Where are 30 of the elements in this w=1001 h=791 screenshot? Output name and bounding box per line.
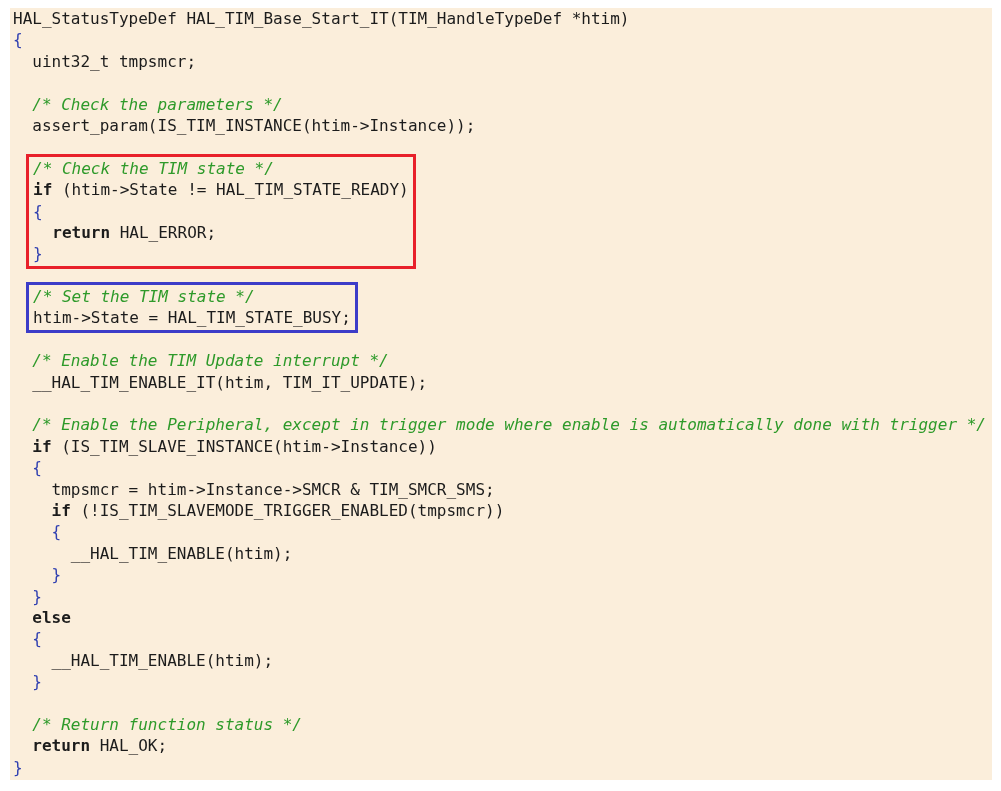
code-brace: { [31, 458, 42, 478]
code-brace: } [33, 244, 43, 264]
code-line: if (htim->State != HAL_TIM_STATE_READY) [33, 180, 409, 200]
code-brace: } [31, 586, 42, 606]
code-comment: /* Check the parameters */ [31, 94, 283, 114]
code-line: __HAL_TIM_ENABLE(htim); [69, 543, 293, 563]
code-comment: /* Enable the TIM Update interrupt */ [31, 351, 389, 371]
code-line: htim->State = HAL_TIM_STATE_BUSY; [33, 308, 351, 328]
code-keyword: else [31, 607, 71, 627]
code-line: HAL_StatusTypeDef HAL_TIM_Base_Start_IT(TIM_HandleTypeDef *htim) [13, 9, 630, 28]
code-brace: { [33, 201, 43, 221]
code-brace: } [13, 757, 23, 777]
code-line: __HAL_TIM_ENABLE_IT(htim, TIM_IT_UPDATE); [31, 372, 428, 392]
code-brace: } [50, 565, 62, 585]
code-brace: } [31, 672, 42, 692]
code-brace: { [31, 629, 42, 649]
code-line: uint32_t tmpsmcr; [31, 51, 197, 71]
code-line: tmpsmcr = htim->Instance->SMCR & TIM_SMCR_SMS; [50, 479, 495, 499]
code-line: if (!IS_TIM_SLAVEMODE_TRIGGER_ENABLED(tmpsmcr)) [50, 501, 505, 520]
code-line: if (IS_TIM_SLAVE_INSTANCE(htim->Instance)) [31, 436, 437, 456]
code-line: return HAL_ERROR; [51, 222, 217, 242]
code-comment: /* Set the TIM state */ [33, 287, 255, 307]
code-brace: { [13, 30, 23, 50]
code-comment: /* Enable the Peripheral, except in trigger mode where enable is automatically done with trigger */ [31, 415, 986, 435]
code-brace: { [50, 522, 62, 542]
code-line: return HAL_OK; [31, 736, 168, 756]
code-comment: /* Check the TIM state */ [33, 158, 274, 178]
code-comment: /* Return function status */ [31, 714, 302, 734]
code-line: assert_param(IS_TIM_INSTANCE(htim->Instance)); [31, 115, 476, 135]
code-line: __HAL_TIM_ENABLE(htim); [50, 650, 274, 670]
